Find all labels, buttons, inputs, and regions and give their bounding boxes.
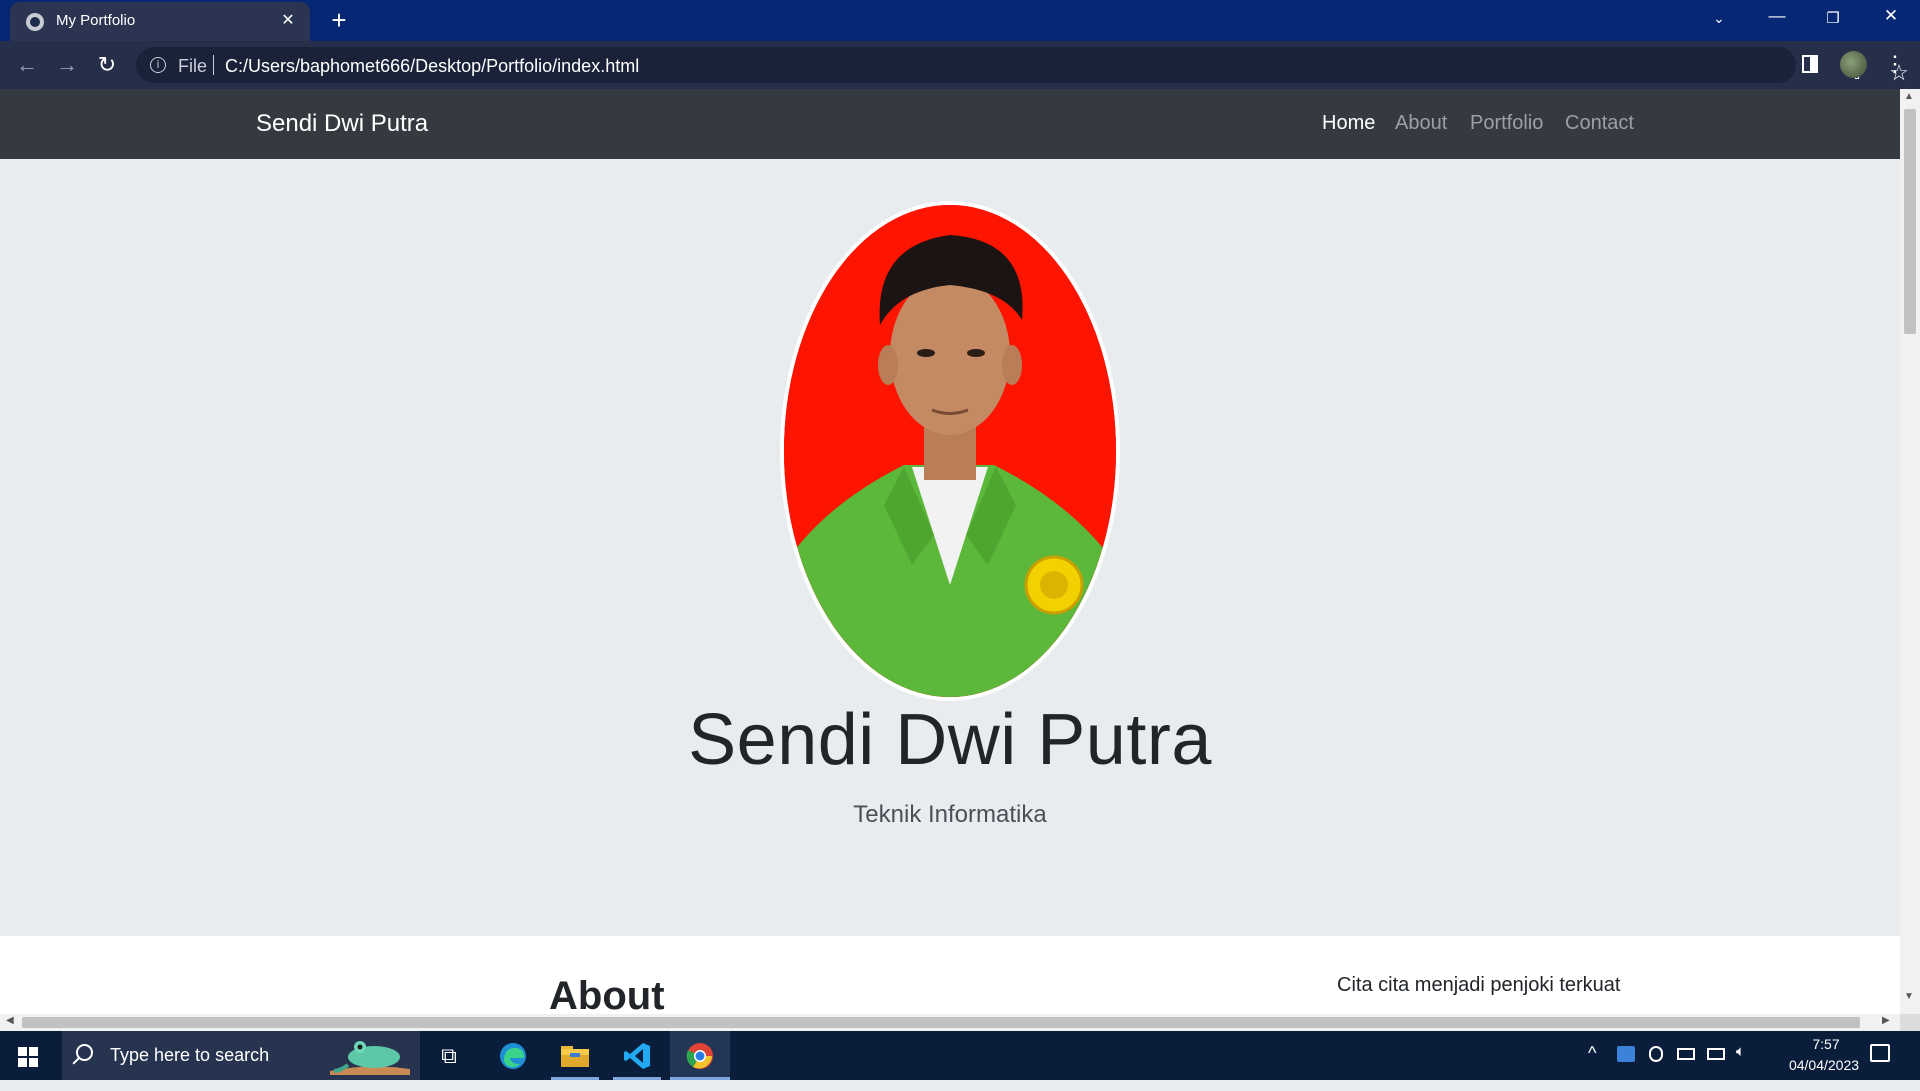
info-icon[interactable]: i xyxy=(150,57,166,73)
horizontal-scrollbar[interactable]: ◀ ▶ xyxy=(0,1014,1900,1031)
hero-subtitle: Teknik Informatika xyxy=(853,801,1047,828)
profile-photo xyxy=(780,201,1120,701)
battery-icon[interactable] xyxy=(1677,1048,1695,1060)
tab-title: My Portfolio xyxy=(56,12,136,29)
minimize-icon[interactable]: — xyxy=(1762,6,1792,26)
horizontal-scroll-thumb[interactable] xyxy=(22,1017,1860,1028)
vertical-scrollbar[interactable]: ▲ ▼ xyxy=(1900,89,1920,1014)
close-icon[interactable]: ✕ xyxy=(278,11,298,31)
site-navbar: Sendi Dwi Putra Home About Portfolio Con… xyxy=(0,89,1900,159)
windows-start-icon[interactable] xyxy=(18,1047,38,1067)
scroll-down-icon[interactable]: ▼ xyxy=(1904,991,1914,1002)
nav-link-home[interactable]: Home xyxy=(1322,112,1375,135)
address-bar[interactable]: i File C:/Users/baphomet666/Desktop/Port… xyxy=(136,47,1909,85)
chevron-down-icon[interactable]: ⌄ xyxy=(1704,10,1734,27)
vertical-scroll-thumb[interactable] xyxy=(1904,109,1916,334)
network-icon[interactable] xyxy=(1707,1048,1725,1060)
file-label: File xyxy=(178,56,208,76)
chrome-icon[interactable] xyxy=(670,1031,730,1080)
scroll-up-icon[interactable]: ▲ xyxy=(1904,91,1914,102)
nav-link-about[interactable]: About xyxy=(1395,112,1447,135)
tray-app-icon[interactable] xyxy=(1617,1046,1635,1062)
about-heading: About xyxy=(549,974,665,1014)
volume-icon[interactable]: 🔈︎ xyxy=(1736,1043,1754,1060)
url-text[interactable]: C:/Users/baphomet666/Desktop/Portfolio/i… xyxy=(225,56,639,77)
scroll-left-icon[interactable]: ◀ xyxy=(6,1015,14,1026)
nav-link-contact[interactable]: Contact xyxy=(1565,112,1634,135)
kebab-menu-icon[interactable]: ⋮ xyxy=(1884,50,1906,78)
navbar-brand[interactable]: Sendi Dwi Putra xyxy=(256,110,428,138)
clock-date[interactable]: 04/04/2023 xyxy=(1769,1057,1879,1073)
reload-icon[interactable]: ↻ xyxy=(93,51,121,79)
browser-titlebar: My Portfolio ✕ + ⌄ — ❐ ✕ xyxy=(0,0,1920,43)
divider xyxy=(213,55,214,75)
about-text: Cita cita menjadi penjoki terkuat xyxy=(1337,974,1621,996)
windows-taskbar: Type here to search ⧉ ^ 🔈︎ 7:57 04/04/20… xyxy=(0,1031,1920,1080)
meet-now-icon[interactable] xyxy=(1649,1046,1663,1062)
hero-section: Sendi Dwi Putra Teknik Informatika xyxy=(0,159,1900,936)
scroll-right-icon[interactable]: ▶ xyxy=(1882,1015,1890,1026)
file-explorer-icon[interactable] xyxy=(556,1039,594,1073)
search-icon xyxy=(76,1044,93,1061)
portrait-image xyxy=(784,205,1116,697)
side-panel-icon[interactable] xyxy=(1802,55,1818,73)
hero-name: Sendi Dwi Putra xyxy=(688,700,1212,780)
edge-icon[interactable] xyxy=(494,1039,532,1073)
portrait-illustration xyxy=(784,205,1116,697)
scroll-corner xyxy=(1900,1014,1920,1031)
browser-tab[interactable]: My Portfolio ✕ xyxy=(10,2,310,43)
vscode-icon[interactable] xyxy=(618,1039,656,1073)
task-view-icon[interactable]: ⧉ xyxy=(430,1039,468,1073)
forward-arrow-icon[interactable]: → xyxy=(53,51,81,79)
tray-overflow-chevron-icon[interactable]: ^ xyxy=(1588,1043,1596,1064)
globe-icon xyxy=(26,13,44,31)
page-viewport: Sendi Dwi Putra Home About Portfolio Con… xyxy=(0,89,1900,1014)
new-tab-button[interactable]: + xyxy=(326,7,352,33)
restore-icon[interactable]: ❐ xyxy=(1818,9,1848,27)
nav-link-portfolio[interactable]: Portfolio xyxy=(1470,112,1543,135)
clock-time[interactable]: 7:57 xyxy=(1796,1036,1856,1052)
profile-avatar[interactable] xyxy=(1840,51,1867,78)
back-arrow-icon[interactable]: ← xyxy=(13,51,41,79)
about-section: About Cita cita menjadi penjoki terkuat xyxy=(0,936,1900,1014)
window-close-icon[interactable]: ✕ xyxy=(1876,6,1906,26)
taskbar-search-box[interactable]: Type here to search xyxy=(62,1031,420,1080)
frog-illustration-icon xyxy=(330,1041,410,1075)
search-placeholder: Type here to search xyxy=(110,1045,270,1065)
browser-toolbar: ← → ↻ i File C:/Users/baphomet666/Deskto… xyxy=(0,41,1920,89)
notification-icon[interactable] xyxy=(1870,1044,1890,1062)
